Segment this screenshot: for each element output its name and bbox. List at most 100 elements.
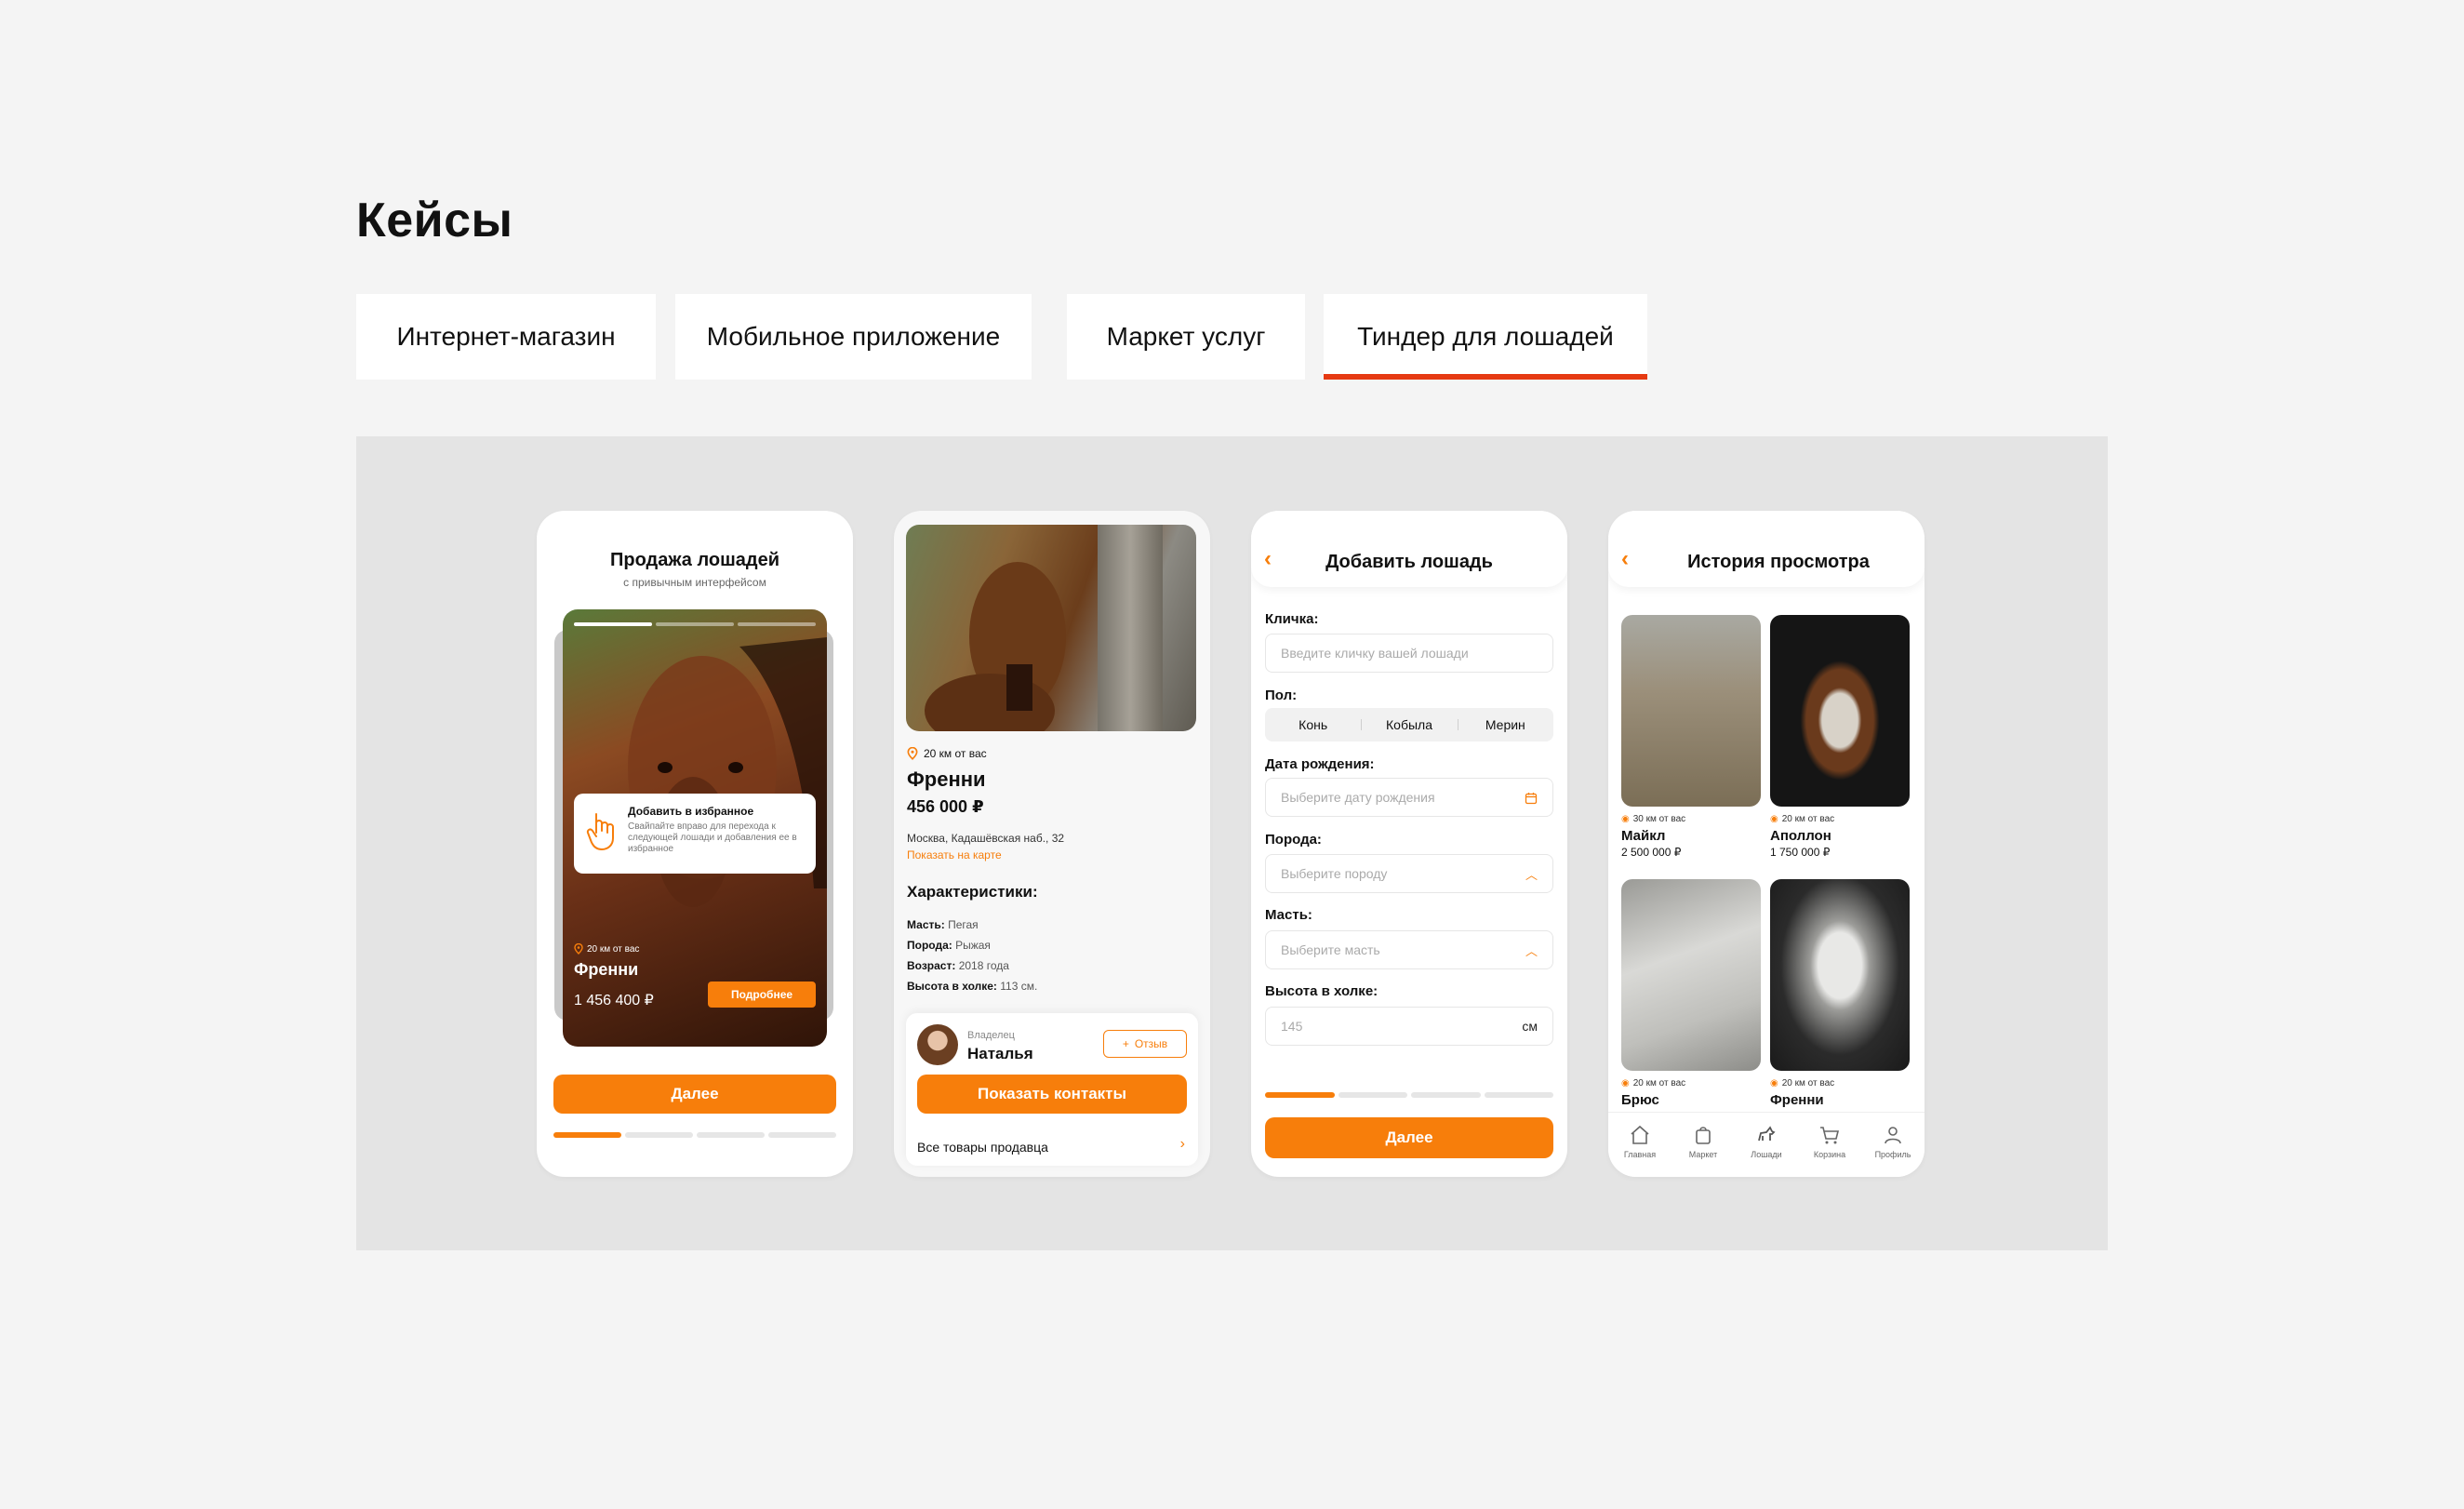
- horse-name: Френни: [907, 768, 986, 791]
- sex-option-gelding[interactable]: Мерин: [1457, 708, 1553, 741]
- cart-icon: [1820, 1127, 1840, 1144]
- char-row: Порода: Рыжая: [907, 939, 991, 952]
- history-item[interactable]: ◉ 20 км от вас Аполлон 1 750 000 ₽: [1770, 615, 1910, 859]
- distance: 20 км от вас: [1781, 814, 1835, 824]
- distance: 20 км от вас: [1632, 1078, 1686, 1088]
- tab-horse-tinder[interactable]: Тиндер для лошадей: [1324, 294, 1647, 380]
- page-title: Кейсы: [356, 194, 513, 247]
- profile-icon: [1885, 1127, 1901, 1144]
- tip-title: Добавить в избранное: [628, 805, 754, 818]
- next-button[interactable]: Далее: [1265, 1117, 1553, 1158]
- horse-swipe-card[interactable]: Добавить в избранное Свайпайте вправо дл…: [563, 609, 827, 1047]
- review-button[interactable]: + Отзыв: [1103, 1030, 1187, 1058]
- placeholder: Выберите дату рождения: [1281, 790, 1435, 805]
- tab-online-store[interactable]: Интернет-магазин: [356, 294, 656, 380]
- nav-horses[interactable]: Лошади: [1735, 1113, 1798, 1177]
- sex-option-mare[interactable]: Кобыла: [1361, 708, 1457, 741]
- characteristics-title: Характеристики:: [907, 883, 1038, 901]
- chevron-right-icon: ›: [1179, 1136, 1185, 1152]
- sex-selector: Конь Кобыла Мерин: [1265, 708, 1553, 741]
- distance: 20 км от вас: [1781, 1078, 1835, 1088]
- tab-label: Интернет-магазин: [396, 322, 616, 351]
- horse-photo: [1621, 615, 1761, 807]
- horse-photo: [906, 525, 1196, 731]
- nav-profile[interactable]: Профиль: [1861, 1113, 1925, 1177]
- form-progress: [1265, 1092, 1553, 1098]
- horse-icon: [1758, 1126, 1776, 1142]
- distance: 30 км от вас: [1632, 814, 1686, 824]
- history-item[interactable]: ◉ 30 км от вас Майкл 2 500 000 ₽: [1621, 615, 1761, 859]
- tab-mobile-app[interactable]: Мобильное приложение: [675, 294, 1032, 380]
- swipe-hand-icon: [586, 813, 614, 851]
- height-input[interactable]: 145 см: [1265, 1007, 1553, 1046]
- show-contacts-button[interactable]: Показать контакты: [917, 1075, 1187, 1114]
- horse-name: Майкл: [1621, 828, 1666, 844]
- case-showcase: Продажа лошадей с привычным интерфейсом …: [356, 436, 2108, 1250]
- owner-label: Владелец: [967, 1030, 1015, 1041]
- name-label: Кличка:: [1265, 611, 1319, 627]
- placeholder: Выберите масть: [1281, 942, 1380, 957]
- distance: 20 км от вас: [587, 943, 640, 955]
- horse-price: 1 456 400 ₽: [574, 993, 654, 1008]
- chevron-up-icon: ︿: [1525, 943, 1538, 958]
- calendar-icon: [1525, 793, 1538, 805]
- height-label: Высота в холке:: [1265, 983, 1379, 999]
- nav-market[interactable]: Маркет: [1672, 1113, 1735, 1177]
- history-item[interactable]: ◉ 20 км от вас Френни: [1770, 879, 1910, 1108]
- horse-name: Френни: [1770, 1092, 1824, 1108]
- horse-photo: [1770, 879, 1910, 1071]
- nav-label: Профиль: [1874, 1150, 1911, 1159]
- name-input[interactable]: Введите кличку вашей лошади: [1265, 634, 1553, 673]
- sex-option-stallion[interactable]: Конь: [1265, 708, 1361, 741]
- placeholder: Введите кличку вашей лошади: [1281, 646, 1469, 661]
- placeholder: Выберите породу: [1281, 866, 1388, 881]
- breed-label: Порода:: [1265, 832, 1322, 848]
- next-button[interactable]: Далее: [553, 1075, 836, 1114]
- home-icon: [1631, 1125, 1649, 1144]
- birth-date-input[interactable]: Выберите дату рождения: [1265, 778, 1553, 817]
- color-select[interactable]: Выберите масть ︿: [1265, 930, 1553, 969]
- horse-info: 20 км от вас Френни 1 456 400 ₽: [574, 943, 654, 1009]
- location-pin-icon: ◉: [1770, 814, 1778, 824]
- phone-title: Продажа лошадей: [609, 550, 780, 570]
- show-on-map-link[interactable]: Показать на карте: [907, 848, 1002, 861]
- tab-label: Мобильное приложение: [706, 322, 1001, 351]
- nav-home[interactable]: Главная: [1608, 1113, 1672, 1177]
- sex-label: Пол:: [1265, 688, 1298, 703]
- horse-price: 1 750 000 ₽: [1770, 846, 1831, 859]
- location-pin-icon: ◉: [1621, 814, 1630, 824]
- horse-name: Брюс: [1621, 1092, 1659, 1108]
- details-button[interactable]: Подробнее: [708, 982, 816, 1008]
- tip-text: Свайпайте вправо для перехода к следующе…: [628, 821, 797, 854]
- nav-label: Маркет: [1688, 1150, 1718, 1159]
- screen-header: ‹ Добавить лошадь: [1251, 511, 1567, 587]
- screen-title: История просмотра: [1687, 552, 1870, 572]
- location-pin-icon: ◉: [1770, 1078, 1778, 1088]
- address: Москва, Кадашёвская наб., 32: [907, 832, 1065, 845]
- phone-subtitle: с привычным интерфейсом: [623, 576, 766, 589]
- all-seller-items-link[interactable]: Все товары продавца: [917, 1140, 1048, 1155]
- bottom-nav: Главная Маркет Лошади Корзина Профиль: [1608, 1112, 1925, 1177]
- horse-price: 2 500 000 ₽: [1621, 846, 1682, 859]
- horse-price: 456 000 ₽: [907, 797, 984, 816]
- nav-label: Главная: [1623, 1150, 1657, 1159]
- characteristics-list: Масть: Пегая Порода: Рыжая Возраст: 2018…: [907, 915, 1037, 996]
- photo-pager: [574, 622, 816, 626]
- phone-add-horse: ‹ Добавить лошадь Кличка: Введите кличку…: [1251, 511, 1567, 1177]
- screen-title: Добавить лошадь: [1325, 552, 1493, 572]
- char-row: Возраст: 2018 года: [907, 959, 1009, 972]
- height-unit: см: [1522, 1019, 1538, 1034]
- tab-label: Маркет услуг: [1106, 322, 1266, 351]
- phone-view-history: ‹ История просмотра ◉ 30 км от вас Майкл …: [1608, 511, 1925, 1177]
- history-item[interactable]: ◉ 20 км от вас Брюс: [1621, 879, 1761, 1108]
- char-row: Высота в холке: 113 см.: [907, 980, 1038, 993]
- review-label: Отзыв: [1134, 1037, 1168, 1050]
- nav-cart[interactable]: Корзина: [1798, 1113, 1861, 1177]
- favorite-tip: Добавить в избранное Свайпайте вправо дл…: [574, 794, 816, 874]
- tab-services-market[interactable]: Маркет услуг: [1067, 294, 1305, 380]
- breed-select[interactable]: Выберите породу ︿: [1265, 854, 1553, 893]
- phone-horse-detail: 20 км от вас Френни 456 000 ₽ Москва, Ка…: [894, 511, 1210, 1177]
- birth-label: Дата рождения:: [1265, 756, 1375, 772]
- plus-icon: +: [1122, 1037, 1129, 1050]
- owner-name: Наталья: [967, 1045, 1033, 1062]
